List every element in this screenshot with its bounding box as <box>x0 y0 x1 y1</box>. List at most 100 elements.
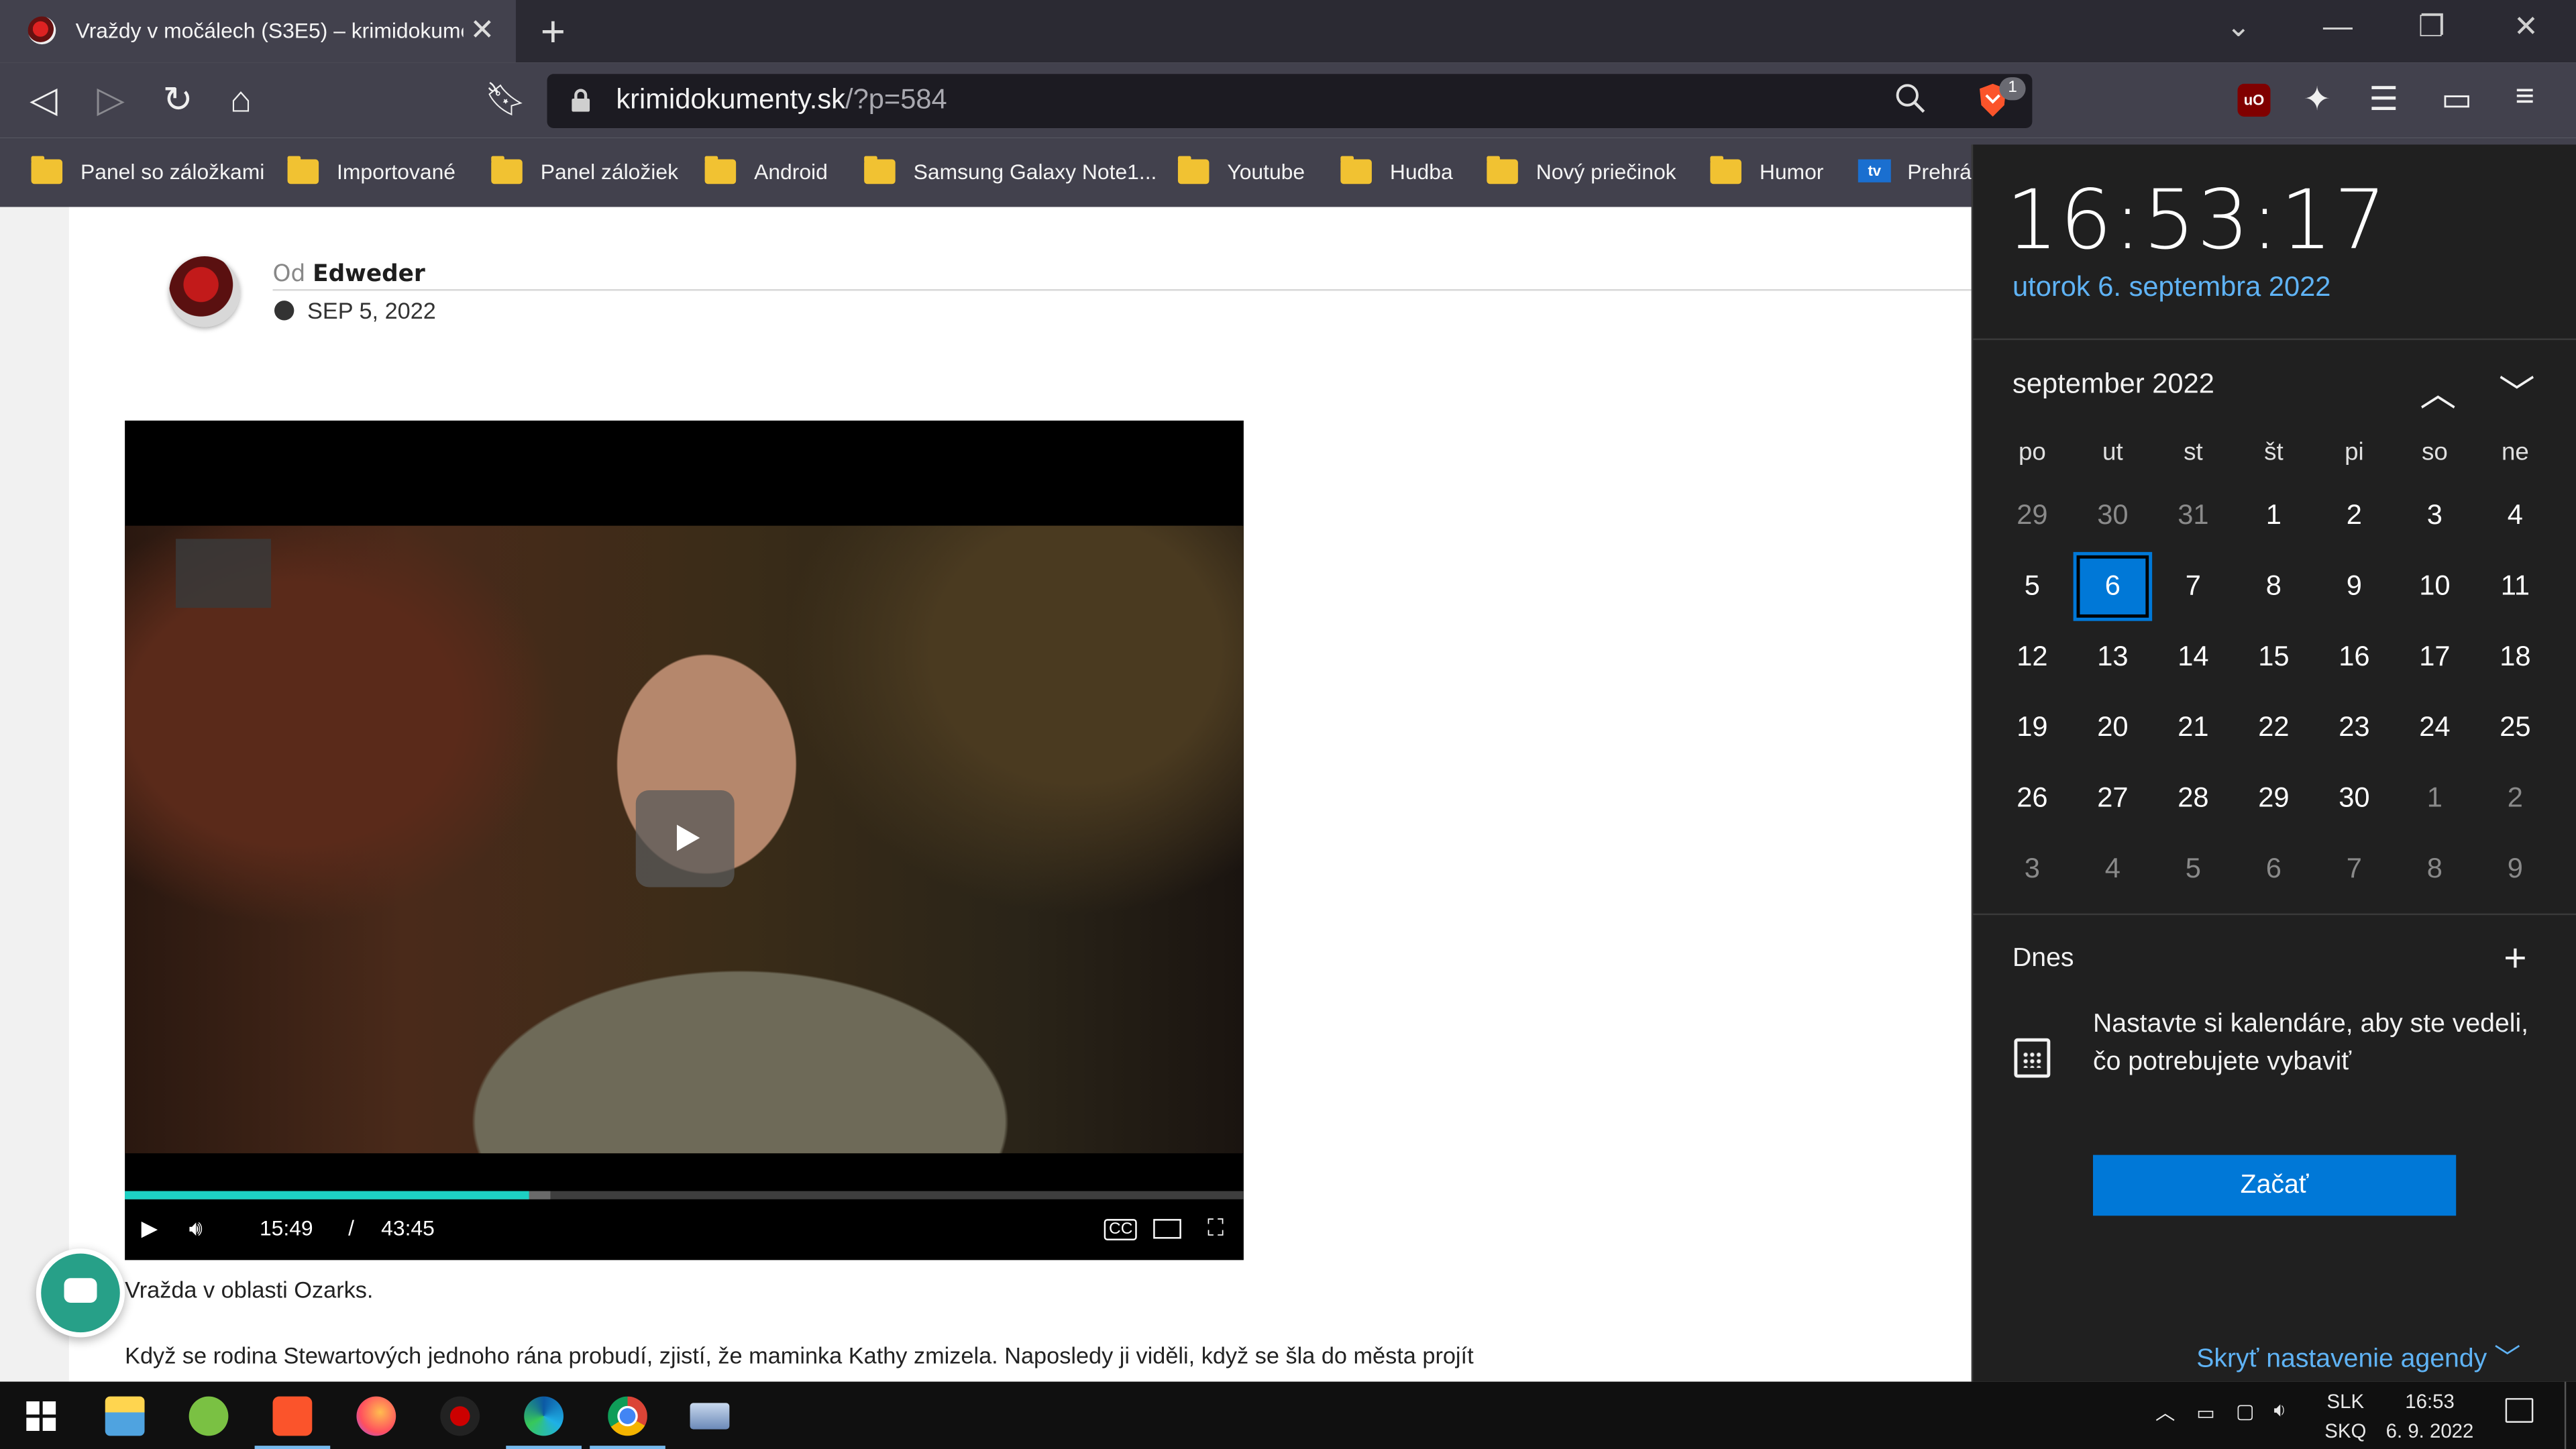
network-status-icon[interactable]: ▢ <box>2236 1400 2255 1423</box>
new-tab-button[interactable]: + <box>541 7 566 58</box>
calendar-day[interactable]: 3 <box>2399 484 2471 547</box>
menu-icon[interactable]: ≡ <box>2515 79 2534 117</box>
calendar-day[interactable]: 7 <box>2157 555 2230 618</box>
chat-icon[interactable] <box>36 1248 125 1338</box>
calendar-day[interactable]: 19 <box>1996 696 2069 759</box>
calendar-day[interactable]: 20 <box>2077 696 2149 759</box>
calendar-day[interactable]: 30 <box>2318 767 2391 830</box>
taskbar-network-app[interactable] <box>669 1382 751 1449</box>
play-icon[interactable]: ▶ <box>142 1216 158 1242</box>
calendar-day[interactable]: 5 <box>1996 555 2069 618</box>
chevron-up-icon[interactable]: ︿ <box>2420 365 2456 417</box>
video-progress-bar[interactable] <box>125 1191 1244 1199</box>
calendar-day[interactable]: 17 <box>2399 626 2471 688</box>
calendar-day[interactable]: 1 <box>2238 484 2310 547</box>
calendar-day[interactable]: 9 <box>2479 838 2552 900</box>
url-text[interactable]: krimidokumenty.sk/?p=584 <box>616 84 947 117</box>
search-icon[interactable] <box>1894 82 1927 115</box>
taskbar-utorrent[interactable] <box>168 1382 250 1449</box>
calendar-day[interactable]: 24 <box>2399 696 2471 759</box>
calendar-day[interactable]: 23 <box>2318 696 2391 759</box>
calendar-day[interactable]: 26 <box>1996 767 2069 830</box>
calendar-day[interactable]: 1 <box>2399 767 2471 830</box>
calendar-day[interactable]: 21 <box>2157 696 2230 759</box>
media-queue-icon[interactable]: ☰ <box>2369 79 2398 120</box>
tray-chevron-up-icon[interactable]: ︿ <box>2155 1398 2175 1426</box>
calendar-day[interactable]: 29 <box>2238 767 2310 830</box>
forward-icon[interactable]: ▷ <box>97 79 124 122</box>
start-button[interactable] <box>0 1382 82 1449</box>
calendar-day[interactable]: 9 <box>2318 555 2391 618</box>
taskbar-edge[interactable] <box>502 1382 584 1449</box>
bookmark-folder[interactable]: Humor <box>1710 154 1823 187</box>
bookmark-link[interactable]: tv Prehrá <box>1858 154 1972 187</box>
calendar-day[interactable]: 16 <box>2318 626 2391 688</box>
author-avatar[interactable] <box>169 256 240 327</box>
extensions-icon[interactable]: ✦ <box>2303 79 2330 120</box>
volume-tray-icon[interactable]: 🔉︎ <box>2273 1398 2286 1423</box>
calendar-day[interactable]: 31 <box>2157 484 2230 547</box>
calendar-day[interactable]: 15 <box>2238 626 2310 688</box>
calendar-day[interactable]: 11 <box>2479 555 2552 618</box>
taskbar-firefox[interactable] <box>335 1382 417 1449</box>
calendar-day[interactable]: 10 <box>2399 555 2471 618</box>
reload-icon[interactable]: ↻ <box>162 79 193 122</box>
calendar-day[interactable]: 28 <box>2157 767 2230 830</box>
calendar-day[interactable]: 8 <box>2399 838 2471 900</box>
calendar-day[interactable]: 27 <box>2077 767 2149 830</box>
calendar-day[interactable]: 14 <box>2157 626 2230 688</box>
taskbar-brave[interactable] <box>252 1382 333 1449</box>
notification-icon[interactable] <box>2505 1398 2534 1423</box>
calendar-day[interactable]: 6 <box>2238 838 2310 900</box>
author-name[interactable]: Edweder <box>313 261 425 287</box>
wallet-icon[interactable]: ▭ <box>2441 79 2472 120</box>
bookmark-folder[interactable]: Samsung Galaxy Note1... <box>864 154 1157 187</box>
restore-icon[interactable]: ❐ <box>2418 10 2445 44</box>
bookmark-folder[interactable]: Nový priečinok <box>1487 154 1676 187</box>
back-icon[interactable]: ◁ <box>30 79 57 122</box>
calendar-day[interactable]: 5 <box>2157 838 2230 900</box>
chevron-down-icon[interactable]: ﹀ <box>2499 365 2535 417</box>
calendar-day[interactable]: 2 <box>2479 767 2552 830</box>
taskbar-chrome[interactable] <box>586 1382 668 1449</box>
calendar-day[interactable]: 4 <box>2077 838 2149 900</box>
bookmark-folder[interactable]: Panel záložiek <box>491 154 678 187</box>
taskbar-file-explorer[interactable] <box>84 1382 166 1449</box>
calendar-day[interactable]: 25 <box>2479 696 2552 759</box>
captions-icon[interactable]: CC <box>1104 1219 1138 1240</box>
bookmark-folder[interactable]: Panel so záložkami <box>31 154 265 187</box>
close-window-icon[interactable]: ✕ <box>2514 10 2538 44</box>
calendar-day[interactable]: 2 <box>2318 484 2391 547</box>
start-button[interactable]: Začať <box>2093 1155 2457 1216</box>
battery-icon[interactable]: ▭ <box>2196 1401 2215 1424</box>
calendar-day[interactable]: 7 <box>2318 838 2391 900</box>
language-indicator[interactable]: SLK SKQ <box>2324 1390 2366 1442</box>
calendar-day[interactable]: 12 <box>1996 626 2069 688</box>
calendar-day[interactable]: 13 <box>2077 626 2149 688</box>
bookmark-folder[interactable]: Youtube <box>1177 154 1305 187</box>
show-desktop-button[interactable] <box>2564 1381 2567 1449</box>
calendar-day-today[interactable]: 6 <box>2073 551 2153 621</box>
minimize-icon[interactable]: — <box>2323 10 2353 44</box>
calendar-day[interactable]: 22 <box>2238 696 2310 759</box>
close-tab-icon[interactable]: ✕ <box>470 13 494 48</box>
add-event-icon[interactable]: + <box>2504 936 2526 983</box>
ublock-icon[interactable]: uO <box>2237 83 2271 117</box>
fullscreen-icon[interactable]: ⛶ <box>1208 1214 1224 1242</box>
hide-agenda-link[interactable]: Skryť nastavenie agendy ﹀ <box>2196 1336 2520 1375</box>
taskbar-app[interactable] <box>419 1382 500 1449</box>
home-icon[interactable]: ⌂ <box>230 79 252 122</box>
calendar-day[interactable]: 30 <box>2077 484 2149 547</box>
volume-icon[interactable]: 🔊︎ <box>189 1216 203 1242</box>
month-title[interactable]: september 2022 <box>2012 368 2214 401</box>
bookmark-folder[interactable]: Android <box>704 154 828 187</box>
flyout-date-link[interactable]: utorok 6. septembra 2022 <box>2012 271 2330 304</box>
picture-in-picture-icon[interactable] <box>1153 1219 1181 1239</box>
bookmark-folder[interactable]: Hudba <box>1340 154 1453 187</box>
taskbar-clock[interactable]: 16:53 6. 9. 2022 <box>2383 1390 2475 1442</box>
calendar-day[interactable]: 3 <box>1996 838 2069 900</box>
play-overlay-button[interactable] <box>635 790 735 888</box>
calendar-day[interactable]: 18 <box>2479 626 2552 688</box>
calendar-day[interactable]: 4 <box>2479 484 2552 547</box>
calendar-day[interactable]: 8 <box>2238 555 2310 618</box>
